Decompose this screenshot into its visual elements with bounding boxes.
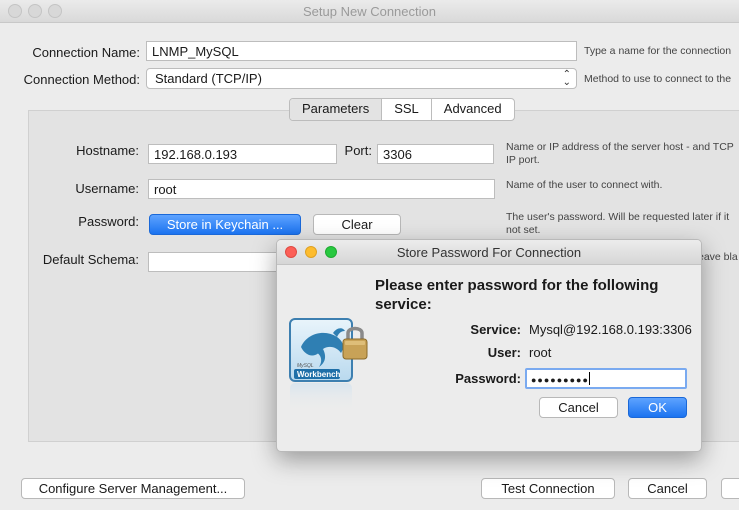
dialog-cancel-button[interactable]: Cancel <box>539 397 618 418</box>
tab-advanced[interactable]: Advanced <box>432 99 514 120</box>
port-label: Port: <box>344 143 372 158</box>
user-label: User: <box>487 345 521 360</box>
port-input[interactable]: 3306 <box>377 144 494 164</box>
default-schema-input[interactable] <box>148 252 288 272</box>
hostname-input[interactable]: 192.168.0.193 <box>148 144 337 164</box>
default-schema-hint: eave bla <box>698 251 738 263</box>
password-hint-1: The user's password. Will be requested l… <box>506 211 730 223</box>
password-label: Password: <box>78 214 139 229</box>
dialog-heading: Please enter password for the following … <box>375 277 659 313</box>
connection-name-input[interactable]: LNMP_MySQL <box>146 41 577 61</box>
configure-server-management-button[interactable]: Configure Server Management... <box>21 478 245 499</box>
tab-ssl[interactable]: SSL <box>382 99 432 120</box>
dialog-password-label: Password: <box>455 371 521 386</box>
hostname-hint-1: Name or IP address of the server host - … <box>506 141 734 153</box>
password-hint-2: not set. <box>506 224 541 236</box>
store-password-dialog: Store Password For Connection MySQL Work… <box>276 239 702 452</box>
logo-small-text: MySQL <box>297 363 314 369</box>
connection-method-select[interactable]: Standard (TCP/IP) ⌃ ⌄ <box>146 68 577 89</box>
store-in-keychain-button[interactable]: Store in Keychain ... <box>149 214 301 235</box>
username-hint: Name of the user to connect with. <box>506 179 663 191</box>
connection-name-label: Connection Name: <box>32 45 140 60</box>
hostname-hint-2: IP port. <box>506 154 540 166</box>
ok-button-partial[interactable] <box>721 478 739 499</box>
dialog-title: Store Password For Connection <box>396 245 582 260</box>
connection-method-value: Standard (TCP/IP) <box>155 71 262 86</box>
username-input[interactable]: root <box>148 179 495 199</box>
service-value: Mysql@192.168.0.193:3306 <box>529 322 692 337</box>
default-schema-label: Default Schema: <box>42 252 139 267</box>
tab-bar: Parameters SSL Advanced <box>289 98 515 121</box>
padlock-icon <box>341 322 369 362</box>
user-value: root <box>529 345 552 360</box>
test-connection-button[interactable]: Test Connection <box>481 478 615 499</box>
tab-parameters[interactable]: Parameters <box>290 99 383 120</box>
dialog-password-input[interactable]: ●●●●●●●●● <box>525 368 687 389</box>
username-label: Username: <box>75 181 139 196</box>
connection-method-label: Connection Method: <box>23 72 140 87</box>
password-mask: ●●●●●●●●● <box>531 375 589 385</box>
dialog-ok-button[interactable]: OK <box>628 397 687 418</box>
clear-password-button[interactable]: Clear <box>313 214 401 235</box>
service-label: Service: <box>470 322 521 337</box>
cancel-button[interactable]: Cancel <box>628 478 707 499</box>
connection-name-hint: Type a name for the connection <box>584 45 732 57</box>
chevron-updown-icon: ⌃ ⌄ <box>562 69 571 88</box>
window-title: Setup New Connection <box>303 4 436 19</box>
connection-method-hint: Method to use to connect to the <box>584 73 732 85</box>
hostname-label: Hostname: <box>76 143 139 158</box>
logo-text: Workbench <box>297 370 341 379</box>
text-caret <box>588 372 590 385</box>
